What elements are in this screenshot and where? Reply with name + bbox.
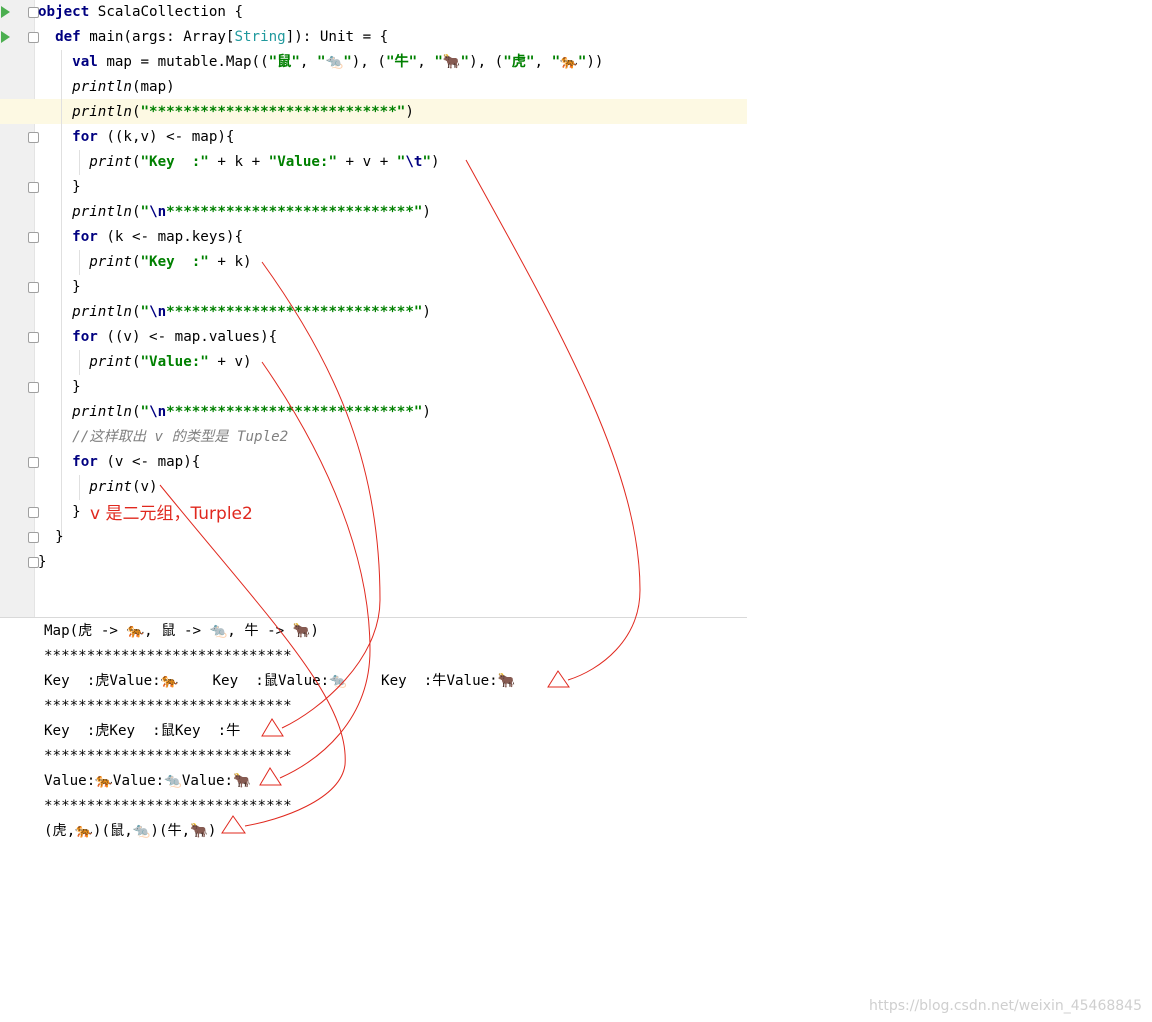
editor-gutter xyxy=(0,0,35,618)
console-output-line: (虎,🐅)(鼠,🐀)(牛,🐂) xyxy=(44,823,217,839)
code-line[interactable]: } xyxy=(38,375,81,400)
code-line[interactable]: println("\n*****************************… xyxy=(38,300,431,325)
code-line[interactable]: } xyxy=(38,500,81,525)
code-line[interactable]: } xyxy=(38,275,81,300)
code-line[interactable]: } xyxy=(38,525,64,550)
code-line[interactable]: println("\n*****************************… xyxy=(38,400,431,425)
console-output-line: ***************************** xyxy=(44,648,292,664)
run-console[interactable]: Map(虎 -> 🐅, 鼠 -> 🐀, 牛 -> 🐂) *************… xyxy=(0,618,747,852)
code-line[interactable]: for (v <- map){ xyxy=(38,450,200,475)
code-line[interactable]: println("*****************************") xyxy=(38,100,414,125)
code-line[interactable]: for ((k,v) <- map){ xyxy=(38,125,234,150)
watermark: https://blog.csdn.net/weixin_45468845 xyxy=(868,998,1142,1014)
run-object-icon[interactable] xyxy=(1,6,10,18)
code-line[interactable]: object ScalaCollection { xyxy=(38,0,243,25)
console-output-line: ***************************** xyxy=(44,748,292,764)
code-line[interactable]: print("Key :" + k) xyxy=(38,250,251,275)
code-editor[interactable]: object ScalaCollection { def main(args: … xyxy=(0,0,747,618)
console-output-line: ***************************** xyxy=(44,798,292,814)
console-output-line: Value:🐅Value:🐀Value:🐂 xyxy=(44,773,251,789)
code-line[interactable]: for ((v) <- map.values){ xyxy=(38,325,277,350)
console-output-line: Map(虎 -> 🐅, 鼠 -> 🐀, 牛 -> 🐂) xyxy=(44,623,319,639)
code-line[interactable]: print(v) xyxy=(38,475,157,500)
code-line[interactable]: println("\n*****************************… xyxy=(38,200,431,225)
code-line[interactable]: } xyxy=(38,175,81,200)
code-line[interactable]: def main(args: Array[String]): Unit = { xyxy=(38,25,388,50)
code-line[interactable]: println(map) xyxy=(38,75,175,100)
code-line[interactable]: print("Key :" + k + "Value:" + v + "\t") xyxy=(38,150,439,175)
console-output-line: ***************************** xyxy=(44,698,292,714)
code-line[interactable]: //这样取出 v 的类型是 Tuple2 xyxy=(38,425,288,450)
console-output-line: Key :虎Value:🐅 Key :鼠Value:🐀 Key :牛Value:… xyxy=(44,673,516,689)
code-line[interactable]: val map = mutable.Map(("鼠", "🐀"), ("牛", … xyxy=(38,50,603,75)
annotation-text: v 是二元组，Turple2 xyxy=(90,504,253,524)
console-output-line: Key :虎Key :鼠Key :牛 xyxy=(44,723,241,739)
run-main-icon[interactable] xyxy=(1,31,10,43)
code-line[interactable]: } xyxy=(38,550,47,575)
code-line[interactable]: print("Value:" + v) xyxy=(38,350,251,375)
code-line[interactable]: for (k <- map.keys){ xyxy=(38,225,243,250)
